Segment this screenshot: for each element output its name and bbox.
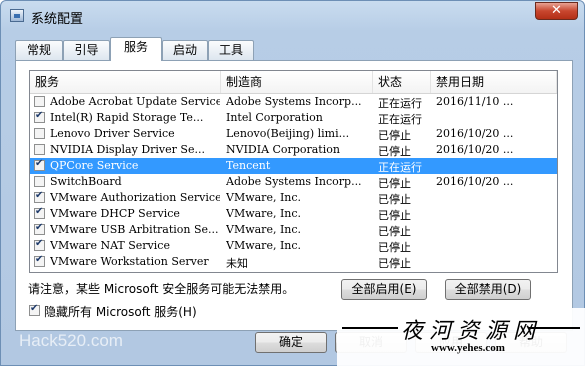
msconfig-icon	[10, 9, 24, 22]
hide-ms-services-checkbox[interactable]	[29, 303, 40, 316]
service-status: 正在运行	[378, 97, 422, 110]
service-manufacturer: VMware, Inc.	[226, 207, 302, 220]
title-bar: 系统配置 ✕	[1, 1, 584, 31]
service-row[interactable]: VMware Workstation Server 未知 已停止	[30, 254, 557, 270]
service-manufacturer: Lenovo(Beijing) limi...	[226, 127, 350, 140]
service-name: VMware USB Arbitration Se...	[50, 223, 219, 236]
service-name: SwitchBoard	[50, 175, 122, 188]
service-checkbox[interactable]	[34, 222, 45, 235]
service-checkbox[interactable]	[34, 238, 45, 251]
service-status: 已停止	[378, 129, 411, 142]
service-checkbox[interactable]	[34, 176, 45, 187]
tab-services[interactable]: 服务	[110, 37, 162, 61]
service-row[interactable]: VMware DHCP Service VMware, Inc. 已停止	[30, 206, 557, 222]
service-status: 已停止	[378, 177, 411, 190]
service-manufacturer: Adobe Systems Incorp...	[226, 175, 362, 188]
service-row[interactable]: Lenovo Driver Service Lenovo(Beijing) lim…	[30, 126, 557, 142]
watermark-sword-left	[342, 327, 398, 329]
service-checkbox[interactable]	[34, 144, 45, 155]
service-disabled-date: 2016/10/20 ...	[436, 175, 514, 188]
service-row[interactable]: VMware Authorization Service VMware, Inc.…	[30, 190, 557, 206]
column-header-status[interactable]: 状态	[373, 71, 431, 93]
service-row[interactable]: QPCore Service Tencent 正在运行	[30, 158, 557, 174]
tab-startup[interactable]: 启动	[162, 40, 208, 60]
watermark-yehe: 夜河资源网	[401, 319, 542, 344]
watermark-hack520: Hack520.com	[19, 331, 123, 350]
service-checkbox[interactable]	[34, 110, 45, 123]
services-list[interactable]: 服务 制造商 状态 禁用日期 Adobe Acrobat Update Serv…	[29, 70, 558, 273]
service-row[interactable]: NVIDIA Display Driver Se... NVIDIA Corpor…	[30, 142, 557, 158]
hide-ms-services-label[interactable]: 隐藏所有 Microsoft 服务(H)	[44, 303, 197, 320]
service-checkbox[interactable]	[34, 96, 45, 107]
service-manufacturer: VMware, Inc.	[226, 239, 302, 252]
service-name: Adobe Acrobat Update Service	[50, 95, 220, 108]
service-status: 已停止	[378, 209, 411, 222]
service-status: 已停止	[378, 145, 411, 158]
close-button[interactable]: ✕	[535, 2, 578, 20]
service-manufacturer: VMware, Inc.	[226, 191, 302, 204]
service-row[interactable]: Intel(R) Rapid Storage Te... Intel Corpor…	[30, 110, 557, 126]
service-name: VMware Authorization Service	[50, 191, 220, 204]
disable-all-button[interactable]: 全部禁用(D)	[445, 279, 531, 300]
service-status: 正在运行	[378, 113, 422, 126]
service-status: 已停止	[378, 225, 411, 238]
security-note: 请注意，某些 Microsoft 安全服务可能无法禁用。	[28, 282, 295, 296]
service-manufacturer: Tencent	[226, 159, 271, 172]
service-manufacturer: Intel Corporation	[226, 111, 323, 124]
list-header: 服务 制造商 状态 禁用日期	[30, 71, 557, 94]
service-manufacturer: Adobe Systems Incorp...	[226, 95, 362, 108]
service-row[interactable]: VMware NAT Service VMware, Inc. 已停止	[30, 238, 557, 254]
tab-general[interactable]: 常规	[15, 40, 63, 60]
service-manufacturer: VMware, Inc.	[226, 223, 302, 236]
service-manufacturer: NVIDIA Corporation	[226, 143, 340, 156]
service-status: 已停止	[378, 241, 411, 254]
service-row[interactable]: Adobe Acrobat Update Service Adobe System…	[30, 94, 557, 110]
service-status: 已停止	[378, 257, 411, 270]
service-row[interactable]: VMware USB Arbitration Se... VMware, Inc.…	[30, 222, 557, 238]
watermark-url: www.yehes.com	[431, 342, 505, 354]
tab-boot[interactable]: 引导	[63, 40, 110, 60]
system-config-window: 系统配置 ✕ 常规 引导 服务 启动 工具 服务 制造商 状态 禁用日期 Ado…	[0, 0, 585, 367]
service-checkbox[interactable]	[34, 254, 45, 267]
service-name: Intel(R) Rapid Storage Te...	[50, 111, 204, 124]
service-checkbox[interactable]	[34, 206, 45, 219]
service-name: VMware NAT Service	[50, 239, 170, 252]
service-disabled-date: 2016/11/10 ...	[436, 95, 514, 108]
service-checkbox[interactable]	[34, 158, 45, 171]
service-name: VMware Workstation Server	[50, 255, 209, 268]
column-header-manufacturer[interactable]: 制造商	[221, 71, 373, 93]
service-status: 已停止	[378, 193, 411, 206]
column-header-disabled-date[interactable]: 禁用日期	[431, 71, 557, 93]
column-header-service[interactable]: 服务	[30, 71, 221, 93]
service-checkbox[interactable]	[34, 128, 45, 139]
service-status: 正在运行	[378, 161, 422, 174]
service-checkbox[interactable]	[34, 190, 45, 203]
service-name: Lenovo Driver Service	[50, 127, 175, 140]
service-row[interactable]: SwitchBoard Adobe Systems Incorp... 已停止 201…	[30, 174, 557, 190]
enable-all-button[interactable]: 全部启用(E)	[341, 279, 427, 300]
service-disabled-date: 2016/10/20 ...	[436, 143, 514, 156]
service-manufacturer: 未知	[226, 257, 248, 270]
service-name: NVIDIA Display Driver Se...	[50, 143, 205, 156]
ok-button[interactable]: 确定	[255, 332, 327, 353]
service-disabled-date: 2016/10/20 ...	[436, 127, 514, 140]
tab-tools[interactable]: 工具	[208, 40, 254, 60]
window-title: 系统配置	[31, 12, 84, 27]
service-name: VMware DHCP Service	[50, 207, 180, 220]
service-name: QPCore Service	[50, 159, 139, 172]
